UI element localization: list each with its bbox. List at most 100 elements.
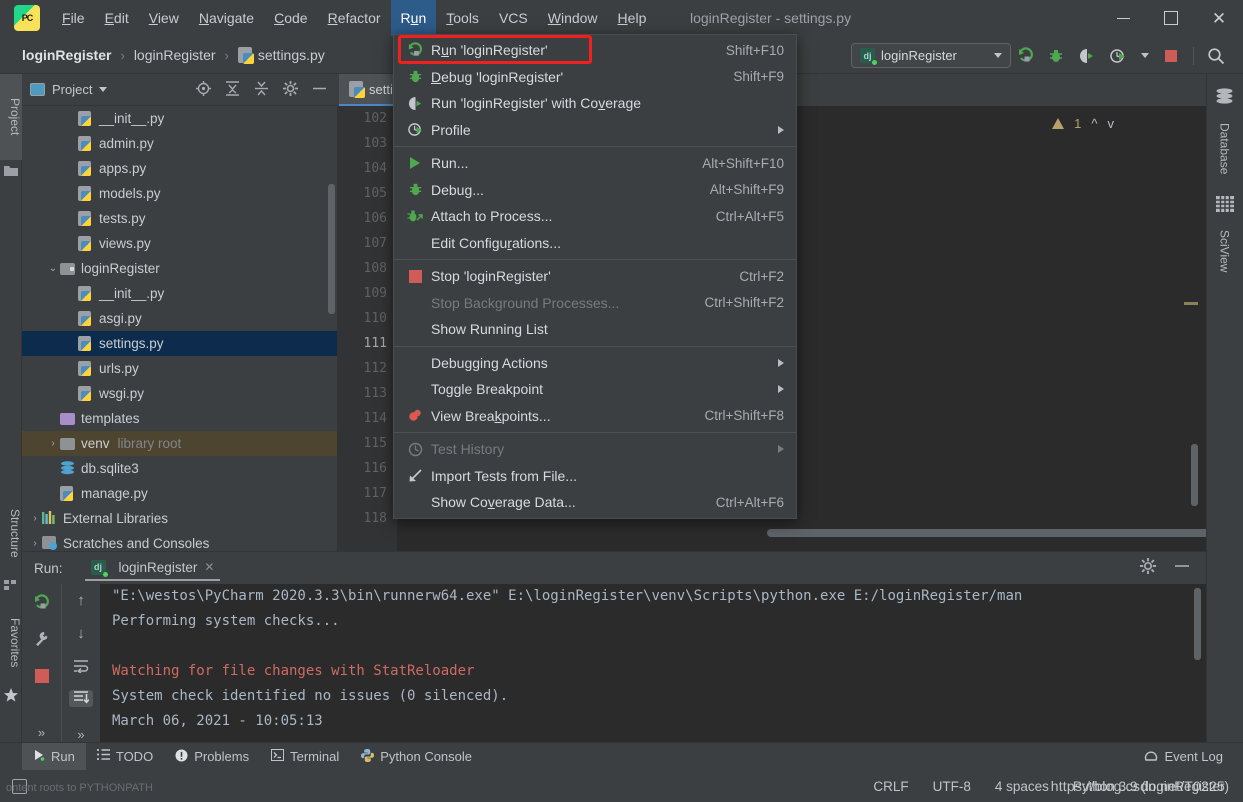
editor-horizontal-scrollbar[interactable] [767,529,1243,537]
project-tree[interactable]: __init__.py admin.py apps.py models.py tests… [22,106,337,551]
menu-item-debugging-actions[interactable]: Debugging Actions [394,350,796,377]
profile-dropdown-icon[interactable] [1140,47,1149,65]
tree-item-views-py[interactable]: views.py [22,231,337,256]
tree-item-models-py[interactable]: models.py [22,181,337,206]
rerun-icon[interactable] [30,592,54,613]
minimize-button[interactable] [1099,0,1147,36]
tree-item-settings-py[interactable]: settings.py [22,331,337,356]
tree-item-asgi-py[interactable]: asgi.py [22,306,337,331]
tool-window-terminal[interactable]: Terminal [260,743,350,771]
more-actions-icon[interactable]: » [69,727,93,743]
menu-item-edit-configurations[interactable]: Edit Configurations... [394,230,796,257]
menu-item-show-coverage-data[interactable]: Show Coverage Data... Ctrl+Alt+F6 [394,489,796,516]
tree-item-loginregister[interactable]: ⌄ loginRegister [22,256,337,281]
status-line-separator[interactable]: CRLF [873,779,908,794]
run-configuration-selector[interactable]: dj loginRegister [851,43,1011,68]
coverage-icon[interactable] [1078,47,1096,65]
maximize-button[interactable] [1147,0,1195,36]
hide-panel-icon[interactable] [1174,558,1190,578]
breadcrumb-item-project[interactable]: loginRegister [22,47,111,63]
editor-vertical-scrollbar[interactable] [1191,444,1198,506]
settings-gear-icon[interactable] [1140,558,1156,578]
collapse-all-icon[interactable] [254,81,269,99]
menu-item-profile[interactable]: Profile [394,117,796,144]
sidebar-item-sciview[interactable]: SciView [1206,218,1243,284]
soft-wrap-icon[interactable] [69,658,93,674]
tree-item-db-sqlite3[interactable]: db.sqlite3 [22,456,337,481]
tool-window-problems[interactable]: Problems [164,743,260,771]
tree-item-init-py[interactable]: __init__.py [22,281,337,306]
console-vertical-scrollbar[interactable] [1194,588,1201,660]
tree-item-apps-py[interactable]: apps.py [22,156,337,181]
tree-item-admin-py[interactable]: admin.py [22,131,337,156]
menu-item-run-loginregister-with-coverage[interactable]: Run 'loginRegister' with Coverage [394,90,796,117]
sidebar-item-database[interactable]: Database [1206,110,1243,188]
menu-refactor[interactable]: Refactor [318,0,391,36]
editor-gutter[interactable]: 102 103 104 105 106 107 108 109 110 111 112 113 114 1… [337,106,397,551]
locate-icon[interactable] [196,80,211,99]
project-tree-scrollbar[interactable] [328,184,335,314]
menu-tools[interactable]: Tools [436,0,489,36]
status-encoding[interactable]: UTF-8 [933,779,971,794]
menu-edit[interactable]: Edit [95,0,139,36]
close-icon[interactable]: ✕ [204,560,214,574]
menu-file[interactable]: File [52,0,95,36]
tool-window-python-console[interactable]: Python Console [350,743,483,771]
debug-icon[interactable] [1047,47,1065,65]
stop-icon[interactable] [1162,47,1180,65]
menu-item-debug-loginregister[interactable]: Debug 'loginRegister' Shift+F9 [394,64,796,91]
menu-navigate[interactable]: Navigate [189,0,264,36]
down-arrow-icon[interactable]: ↓ [69,625,93,642]
chevron-down-icon[interactable]: ⌄ [46,263,60,274]
menu-item-run-loginregister[interactable]: Run 'loginRegister' Shift+F10 [394,37,796,64]
menu-item-run[interactable]: Run... Alt+Shift+F10 [394,150,796,177]
tree-item-templates[interactable]: templates [22,406,337,431]
wrench-icon[interactable] [30,629,54,650]
event-log-button[interactable]: Event Log [1144,748,1243,765]
up-arrow-icon[interactable]: ↑ [69,592,93,609]
sidebar-item-structure[interactable]: Structure [0,492,22,574]
stop-icon[interactable] [30,666,54,687]
prev-problem-icon[interactable]: ^ [1091,116,1097,131]
profile-icon[interactable] [1109,47,1127,65]
settings-gear-icon[interactable] [283,80,298,99]
menu-item-import-tests-from-file[interactable]: Import Tests from File... [394,463,796,490]
tree-item-manage-py[interactable]: manage.py [22,481,337,506]
menu-vcs[interactable]: VCS [489,0,538,36]
more-actions-icon[interactable]: » [30,722,54,743]
menu-item-stop-loginregister[interactable]: Stop 'loginRegister' Ctrl+F2 [394,263,796,290]
menu-item-show-running-list[interactable]: Show Running List [394,316,796,343]
menu-view[interactable]: View [139,0,189,36]
breadcrumb-item-module[interactable]: loginRegister [134,47,216,63]
hide-panel-icon[interactable] [312,81,327,99]
next-problem-icon[interactable]: v [1108,116,1115,131]
search-icon[interactable] [1207,47,1225,65]
run-console-output[interactable]: "E:\westos\PyCharm 2020.3.3\bin\runnerw6… [100,584,1206,743]
tree-item-scratches-and-consoles[interactable]: › Scratches and Consoles [22,531,337,551]
expand-all-icon[interactable] [225,80,240,99]
menu-item-toggle-breakpoint[interactable]: Toggle Breakpoint [394,376,796,403]
tree-item-venv[interactable]: › venv library root [22,431,337,456]
tree-item-init-py[interactable]: __init__.py [22,106,337,131]
status-indent[interactable]: 4 spaces [995,779,1049,794]
run-menu-dropdown[interactable]: Run 'loginRegister' Shift+F10 Debug 'login… [393,34,797,519]
menu-item-attach-to-process[interactable]: Attach to Process... Ctrl+Alt+F5 [394,203,796,230]
tree-item-tests-py[interactable]: tests.py [22,206,337,231]
tool-window-todo[interactable]: TODO [86,743,164,771]
chevron-right-icon[interactable]: › [28,513,42,524]
menu-item-debug[interactable]: Debug... Alt+Shift+F9 [394,177,796,204]
sidebar-item-project[interactable]: Project [0,74,22,160]
menu-code[interactable]: Code [264,0,317,36]
tool-window-run[interactable]: Run [22,742,86,771]
run-icon[interactable] [1016,47,1034,65]
breadcrumb-item-file[interactable]: settings.py [258,47,325,63]
chevron-right-icon[interactable]: › [46,438,60,449]
chevron-right-icon[interactable]: › [28,538,42,549]
menu-run[interactable]: Run [390,0,437,36]
sidebar-item-favorites[interactable]: Favorites [0,602,22,684]
menu-item-view-breakpoints[interactable]: View Breakpoints... Ctrl+Shift+F8 [394,403,796,430]
close-button[interactable] [1195,0,1243,36]
chevron-down-icon[interactable] [99,87,108,92]
menu-window[interactable]: Window [538,0,608,36]
tree-item-wsgi-py[interactable]: wsgi.py [22,381,337,406]
